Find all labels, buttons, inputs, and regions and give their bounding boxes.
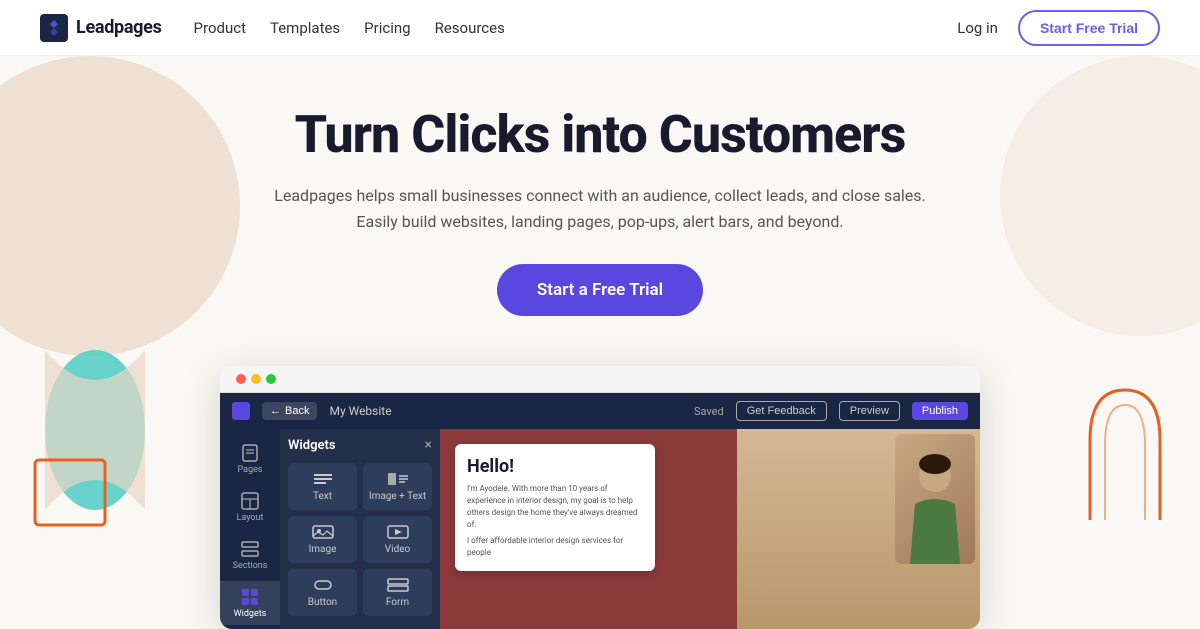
widget-image-text[interactable]: Image + Text bbox=[363, 463, 432, 510]
navbar: Leadpages Product Templates Pricing Reso… bbox=[0, 0, 1200, 56]
close-button-dot bbox=[236, 374, 246, 384]
app-canvas: Hello! I'm Ayodele. With more than 10 ye… bbox=[440, 429, 980, 629]
nav-link-pricing[interactable]: Pricing bbox=[364, 19, 410, 37]
minimize-button-dot bbox=[251, 374, 261, 384]
app-titlebar bbox=[220, 366, 980, 393]
canvas-card: Hello! I'm Ayodele. With more than 10 ye… bbox=[455, 444, 655, 571]
sidebar-item-widgets[interactable]: Widgets bbox=[220, 581, 280, 625]
app-logo-icon bbox=[232, 402, 250, 420]
widget-text[interactable]: Text bbox=[288, 463, 357, 510]
widget-grid: Text Image + Text bbox=[288, 463, 432, 616]
layout-icon bbox=[240, 491, 260, 511]
video-widget-icon bbox=[386, 524, 410, 540]
nav-link-resources[interactable]: Resources bbox=[435, 19, 505, 37]
widgets-title: Widgets bbox=[288, 438, 336, 453]
app-preview: ← Back My Website Saved Get Feedback Pre… bbox=[220, 366, 980, 629]
canvas-body: I'm Ayodele. With more than 10 years of … bbox=[467, 483, 643, 531]
hero-subtitle: Leadpages helps small businesses connect… bbox=[20, 183, 1180, 234]
canvas-content: Hello! I'm Ayodele. With more than 10 ye… bbox=[440, 429, 980, 629]
sidebar-item-layout[interactable]: Layout bbox=[220, 485, 280, 529]
widget-image[interactable]: Image bbox=[288, 516, 357, 563]
nav-link-product[interactable]: Product bbox=[194, 19, 246, 37]
image-text-widget-icon bbox=[386, 471, 410, 487]
sidebar-item-sections[interactable]: Sections bbox=[220, 533, 280, 577]
video-widget-label: Video bbox=[385, 544, 410, 555]
saved-indicator: Saved bbox=[694, 405, 724, 418]
canvas-body2: I offer affordable interior design servi… bbox=[467, 535, 643, 559]
logo-text: Leadpages bbox=[76, 17, 162, 38]
sections-icon bbox=[240, 539, 260, 559]
traffic-lights bbox=[236, 374, 276, 384]
form-widget-icon bbox=[386, 577, 410, 593]
sidebar-item-pages[interactable]: Pages bbox=[220, 437, 280, 481]
button-widget-icon bbox=[311, 577, 335, 593]
image-widget-icon bbox=[311, 524, 335, 540]
app-toolbar: ← Back My Website Saved Get Feedback Pre… bbox=[220, 393, 980, 429]
widgets-icon bbox=[240, 587, 260, 607]
back-arrow-icon: ← bbox=[270, 405, 281, 417]
get-feedback-button[interactable]: Get Feedback bbox=[736, 401, 827, 421]
image-widget-label: Image bbox=[309, 544, 337, 555]
logo-icon bbox=[40, 14, 68, 42]
canvas-photo bbox=[895, 434, 975, 564]
layout-label: Layout bbox=[237, 513, 264, 523]
widgets-close-button[interactable]: × bbox=[425, 437, 432, 453]
app-body: Pages Layout Sections bbox=[220, 429, 980, 629]
widget-form[interactable]: Form bbox=[363, 569, 432, 616]
nav-left: Leadpages Product Templates Pricing Reso… bbox=[40, 14, 505, 42]
image-text-widget-label: Image + Text bbox=[369, 491, 426, 502]
preview-button[interactable]: Preview bbox=[839, 401, 900, 421]
logo-link[interactable]: Leadpages bbox=[40, 14, 162, 42]
hero-title: Turn Clicks into Customers bbox=[20, 106, 1180, 163]
text-widget-icon bbox=[311, 471, 335, 487]
sections-label: Sections bbox=[233, 561, 268, 571]
pages-icon bbox=[240, 443, 260, 463]
nav-right: Log in Start Free Trial bbox=[957, 10, 1160, 46]
back-button[interactable]: ← Back bbox=[262, 402, 317, 420]
nav-links: Product Templates Pricing Resources bbox=[194, 19, 505, 37]
login-link[interactable]: Log in bbox=[957, 19, 998, 37]
widgets-header: Widgets × bbox=[288, 437, 432, 453]
maximize-button-dot bbox=[266, 374, 276, 384]
pages-label: Pages bbox=[238, 465, 263, 475]
button-widget-label: Button bbox=[308, 597, 337, 608]
start-free-trial-button[interactable]: Start Free Trial bbox=[1018, 10, 1160, 46]
widgets-label: Widgets bbox=[234, 609, 267, 619]
person-illustration bbox=[900, 454, 970, 564]
widget-button[interactable]: Button bbox=[288, 569, 357, 616]
nav-link-templates[interactable]: Templates bbox=[270, 19, 340, 37]
hero-section: Turn Clicks into Customers Leadpages hel… bbox=[0, 56, 1200, 346]
text-widget-label: Text bbox=[313, 491, 332, 502]
hero-cta-button[interactable]: Start a Free Trial bbox=[497, 264, 703, 316]
form-widget-label: Form bbox=[386, 597, 409, 608]
publish-button[interactable]: Publish bbox=[912, 402, 968, 420]
site-name-label: My Website bbox=[329, 404, 391, 418]
app-sidebar: Pages Layout Sections bbox=[220, 429, 280, 629]
widgets-panel: Widgets × Text bbox=[280, 429, 440, 629]
canvas-hello: Hello! bbox=[467, 456, 643, 477]
widget-video[interactable]: Video bbox=[363, 516, 432, 563]
